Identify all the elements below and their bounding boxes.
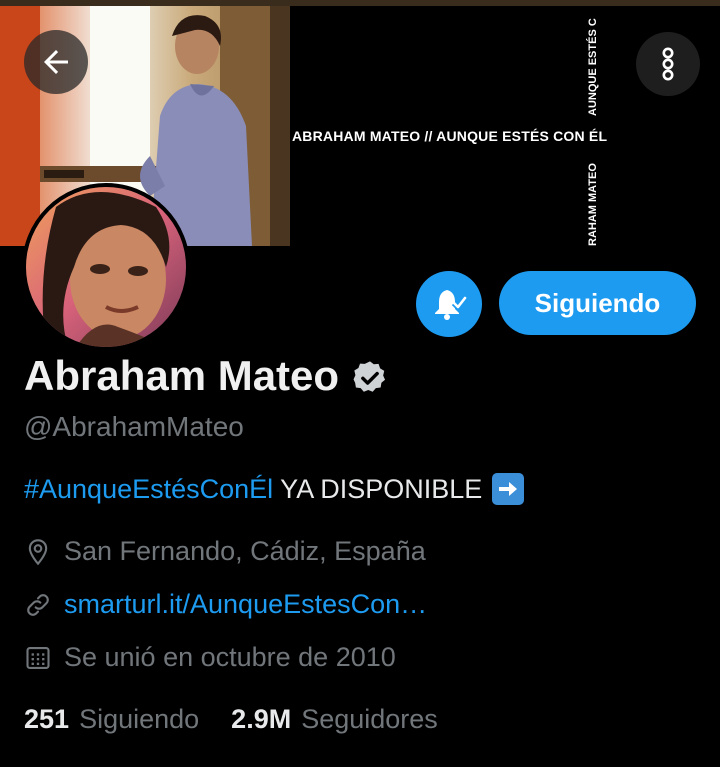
- banner-vertical-text-bottom: RAHAM MATEO: [587, 163, 599, 246]
- location-text: San Fernando, Cádiz, España: [64, 536, 426, 566]
- website-link[interactable]: smarturl.it/AunqueEstesCon…: [64, 589, 427, 620]
- follow-stats: 251 Siguiendo 2.9M Seguidores: [24, 704, 438, 735]
- avatar[interactable]: [22, 183, 190, 351]
- location-row: San Fernando, Cádiz, España: [24, 536, 426, 567]
- banner-title: ABRAHAM MATEO // AUNQUE ESTÉS CON ÉL: [292, 128, 608, 144]
- avatar-image: [26, 187, 186, 347]
- website-row: smarturl.it/AunqueEstesCon…: [24, 589, 427, 620]
- calendar-icon: [24, 644, 52, 672]
- more-options-button[interactable]: [636, 32, 700, 96]
- back-button[interactable]: [24, 30, 88, 94]
- handle: @AbrahamMateo: [24, 411, 244, 442]
- bio: #AunqueEstésConÉl YA DISPONIBLE: [24, 473, 525, 505]
- verified-badge-icon: [353, 361, 386, 392]
- bell-check-icon: [435, 290, 468, 320]
- followers-label: Seguidores: [301, 704, 438, 734]
- banner-vertical-text-top: AUNQUE ESTÉS C: [587, 18, 599, 116]
- following-stat[interactable]: 251 Siguiendo: [24, 704, 199, 735]
- following-count: 251: [24, 704, 70, 734]
- following-label: Siguiendo: [79, 704, 200, 734]
- arrow-left-icon: [44, 50, 68, 74]
- link-icon: [24, 591, 52, 619]
- bio-text: YA DISPONIBLE: [273, 473, 483, 504]
- notifications-button[interactable]: [416, 271, 482, 337]
- following-button[interactable]: Siguiendo: [499, 271, 696, 335]
- followers-count: 2.9M: [231, 704, 292, 734]
- display-name: Abraham Mateo: [24, 352, 340, 399]
- join-date-text: Se unió en octubre de 2010: [64, 642, 396, 672]
- followers-stat[interactable]: 2.9M Seguidores: [231, 704, 438, 735]
- right-arrow-emoji-icon: [492, 473, 525, 505]
- bio-hashtag-link[interactable]: #AunqueEstésConÉl: [24, 474, 273, 505]
- location-pin-icon: [24, 538, 52, 566]
- more-vertical-icon: [662, 47, 674, 81]
- join-date-row: Se unió en octubre de 2010: [24, 642, 396, 673]
- name-row: Abraham Mateo: [24, 352, 389, 400]
